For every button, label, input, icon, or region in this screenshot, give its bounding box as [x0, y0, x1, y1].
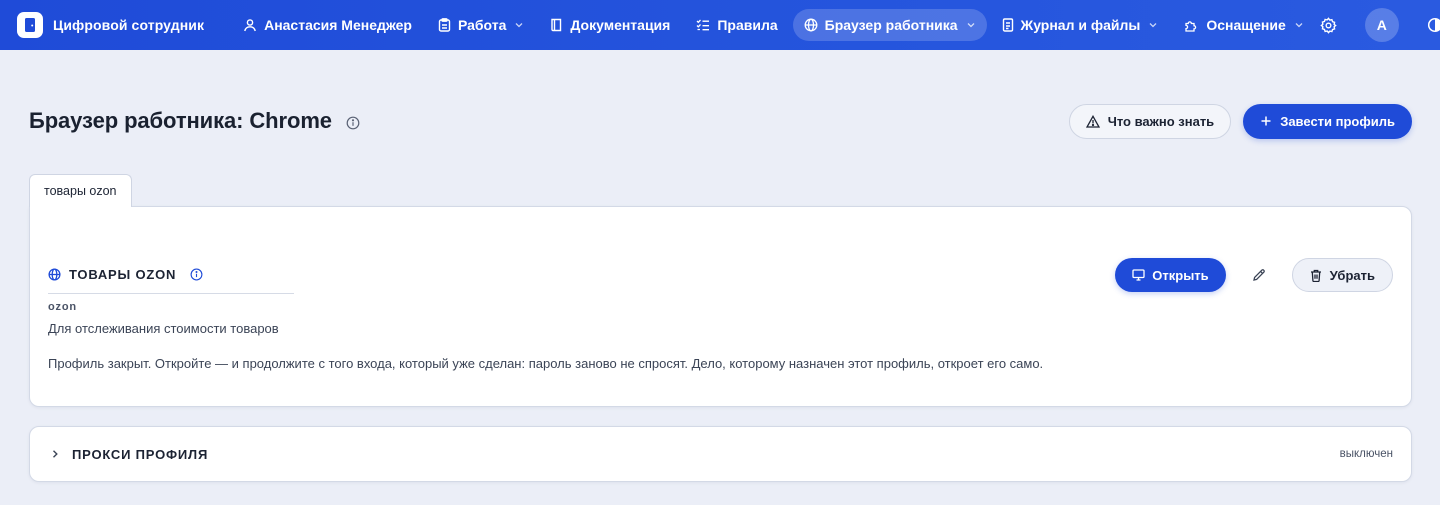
remove-profile-button[interactable]: Убрать: [1291, 258, 1393, 292]
profile-description: Для отслеживания стоимости товаров: [48, 321, 279, 336]
user-icon: [243, 18, 257, 32]
important-info-button[interactable]: Что важно знать: [1068, 103, 1232, 139]
pencil-icon: [1252, 268, 1266, 282]
file-icon: [1002, 18, 1014, 32]
nav-item-label: Журнал и файлы: [1020, 17, 1141, 33]
nav-item-work[interactable]: Работа: [427, 9, 535, 41]
page-title: Браузер работника: Chrome: [29, 108, 332, 133]
profile-header: ТОВАРЫ OZON: [48, 267, 294, 294]
clipboard-icon: [438, 18, 451, 32]
avatar[interactable]: A: [1364, 8, 1399, 42]
monitor-icon: [1132, 269, 1145, 281]
nav-item-docs[interactable]: Документация: [539, 9, 681, 41]
nav-item-equipment[interactable]: Оснащение: [1173, 9, 1314, 41]
info-icon[interactable]: [190, 268, 203, 281]
proxy-status: выключен: [1339, 448, 1393, 460]
top-right-controls: A: [1315, 8, 1440, 42]
nav-item-log-files[interactable]: Журнал и файлы: [991, 9, 1170, 41]
profile-name: ТОВАРЫ OZON: [69, 267, 177, 282]
create-profile-label: Завести профиль: [1280, 113, 1395, 129]
nav-item-user[interactable]: Анастасия Менеджер: [232, 9, 423, 41]
proxy-section-toggle[interactable]: ПРОКСИ ПРОФИЛЯ выключен: [29, 426, 1412, 482]
puzzle-icon: [1184, 18, 1199, 32]
contrast-icon[interactable]: [1421, 11, 1440, 39]
nav-item-label: Документация: [570, 17, 671, 33]
chevron-down-icon: [1294, 20, 1304, 30]
nav-item-rules[interactable]: Правила: [685, 9, 788, 41]
profile-slug: ozon: [48, 301, 77, 313]
gear-icon[interactable]: [1315, 11, 1343, 39]
header-actions: Что важно знать Завести профиль: [1068, 103, 1412, 139]
open-profile-label: Открыть: [1152, 267, 1209, 283]
nav-item-label: Правила: [717, 17, 778, 33]
plus-icon: [1260, 115, 1272, 127]
info-icon[interactable]: [346, 116, 360, 130]
profile-status-note: Профиль закрыт. Откройте — и продолжите …: [48, 356, 1044, 371]
open-profile-button[interactable]: Открыть: [1115, 258, 1226, 292]
globe-icon: [48, 268, 61, 281]
chevron-down-icon: [1148, 20, 1158, 30]
nav-item-worker-browser[interactable]: Браузер работника: [792, 9, 987, 41]
top-navbar: Цифровой сотрудник Анастасия Менеджер Ра…: [0, 0, 1440, 50]
globe-icon: [804, 18, 818, 32]
nav-item-label: Работа: [457, 17, 507, 33]
chevron-right-icon: [50, 449, 60, 459]
chevron-down-icon: [966, 20, 976, 30]
brand[interactable]: Цифровой сотрудник: [17, 12, 218, 38]
main-nav: Анастасия Менеджер Работа Документация П…: [232, 9, 1315, 41]
important-info-label: Что важно знать: [1107, 113, 1215, 129]
brand-name: Цифровой сотрудник: [53, 17, 205, 33]
remove-profile-label: Убрать: [1329, 267, 1375, 283]
edit-profile-button[interactable]: [1246, 262, 1272, 288]
nav-item-label: Анастасия Менеджер: [264, 17, 412, 33]
profile-actions: Открыть Убрать: [1115, 258, 1393, 292]
nav-item-label: Оснащение: [1206, 17, 1286, 33]
create-profile-button[interactable]: Завести профиль: [1243, 103, 1412, 139]
profile-card: ТОВАРЫ OZON ozon Для отслеживания стоимо…: [29, 206, 1412, 407]
page-header: Браузер работника: Chrome Что важно знат…: [29, 103, 1412, 139]
door-icon: [17, 12, 43, 38]
chevron-down-icon: [514, 20, 524, 30]
book-icon: [550, 18, 563, 32]
proxy-title: ПРОКСИ ПРОФИЛЯ: [72, 446, 209, 462]
nav-item-label: Браузер работника: [824, 17, 958, 33]
warning-icon: [1085, 114, 1100, 128]
tab-ozon-products[interactable]: товары ozon: [29, 174, 132, 207]
trash-icon: [1310, 269, 1322, 282]
checklist-icon: [696, 18, 710, 32]
